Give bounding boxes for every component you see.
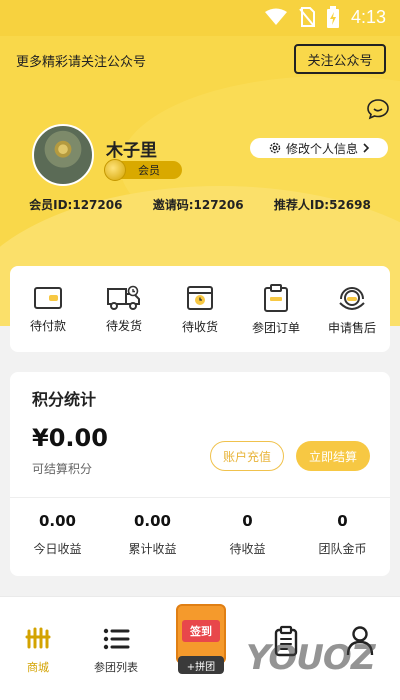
divider — [10, 497, 390, 498]
stat-label: 累计收益 — [128, 542, 177, 556]
nav-label: 商城 — [27, 661, 49, 674]
truck-icon — [107, 285, 140, 310]
points-amount: ¥0.00 — [32, 424, 108, 452]
stat-team-coins[interactable]: 0 团队金币 — [303, 512, 383, 557]
order-group-buy[interactable]: 参团订单 — [241, 283, 311, 336]
member-id: 会员ID:127206 — [29, 198, 123, 212]
stat-label: 团队金币 — [318, 542, 367, 556]
order-pending-shipment[interactable]: 待发货 — [89, 285, 159, 334]
nav-group-list[interactable]: 参团列表 — [86, 625, 146, 675]
status-bar: 4:13 — [0, 0, 400, 36]
order-after-sales[interactable]: 申请售后 — [317, 283, 387, 336]
id-row: 会员ID:127206 邀请码:127206 推荐人ID:52698 — [0, 196, 400, 213]
status-icons: 4:13 — [264, 6, 386, 28]
order-pending-payment[interactable]: 待付款 — [13, 285, 83, 334]
promo-text: 更多精彩请关注公众号 — [16, 55, 147, 70]
nav-label: 参团列表 — [94, 661, 138, 674]
mall-icon — [25, 627, 51, 649]
clipboard-icon — [264, 283, 288, 312]
wallet-icon — [34, 286, 62, 309]
avatar[interactable] — [32, 124, 94, 186]
points-title: 积分统计 — [32, 390, 97, 409]
stat-value: 0 — [242, 512, 253, 530]
invite-code[interactable]: 邀请码:127206 — [153, 196, 244, 213]
chevron-right-icon — [363, 143, 370, 153]
order-label: 参团订单 — [251, 320, 300, 335]
wifi-icon — [264, 8, 287, 25]
check-in-sign: 签到 — [182, 620, 220, 642]
group-buy-tag: +拼团 — [178, 656, 224, 674]
order-label: 待发货 — [105, 318, 142, 333]
order-status-card: 待付款 待发货 待收货 参团订单 申请售后 — [10, 266, 390, 352]
stat-label: 待收益 — [229, 542, 266, 556]
order-label: 待收货 — [181, 319, 218, 334]
stat-value: 0.00 — [38, 512, 76, 530]
settle-button[interactable]: 立即结算 — [296, 441, 370, 471]
stat-value: 0 — [337, 512, 348, 530]
no-sim-icon — [299, 7, 315, 27]
follow-official-account-button[interactable]: 关注公众号 — [294, 44, 386, 74]
list-icon — [103, 628, 130, 650]
points-card: 积分统计 ¥0.00 可结算积分 账户充值 立即结算 0.00 今日收益 0.0… — [10, 372, 390, 576]
order-label: 申请售后 — [327, 320, 376, 335]
stat-total-earnings[interactable]: 0.00 累计收益 — [113, 512, 193, 557]
stat-pending-earnings[interactable]: 0 待收益 — [208, 512, 288, 557]
order-pending-receipt[interactable]: 待收货 — [165, 284, 235, 335]
edit-profile-button[interactable]: 修改个人信息 — [250, 138, 388, 158]
nav-mall[interactable]: 商城 — [8, 625, 68, 675]
battery-icon — [326, 6, 339, 28]
stat-label: 今日收益 — [33, 542, 82, 556]
stat-value: 0.00 — [133, 512, 171, 530]
check-in-promo-badge[interactable]: 签到 +拼团 — [168, 600, 234, 680]
package-icon — [187, 285, 213, 310]
chat-icon[interactable] — [366, 98, 390, 120]
member-badge: 会员 — [104, 159, 182, 181]
check-in-board: 签到 — [176, 604, 226, 664]
headset-icon — [339, 286, 365, 310]
watermark-logo: YOUOZ — [246, 638, 375, 678]
edit-profile-label: 修改个人信息 — [285, 141, 358, 156]
status-time: 4:13 — [350, 6, 386, 27]
coin-icon — [104, 159, 126, 181]
stat-today-earnings[interactable]: 0.00 今日收益 — [18, 512, 98, 557]
gear-icon — [269, 142, 281, 154]
order-label: 待付款 — [29, 318, 66, 333]
username: 木子里 — [106, 141, 157, 161]
points-subtitle: 可结算积分 — [32, 462, 93, 476]
referrer-id: 推荐人ID:52698 — [273, 198, 371, 212]
recharge-button[interactable]: 账户充值 — [210, 441, 284, 471]
stats-row: 0.00 今日收益 0.00 累计收益 0 待收益 0 团队金币 — [10, 512, 390, 557]
member-label: 会员 — [138, 164, 160, 177]
